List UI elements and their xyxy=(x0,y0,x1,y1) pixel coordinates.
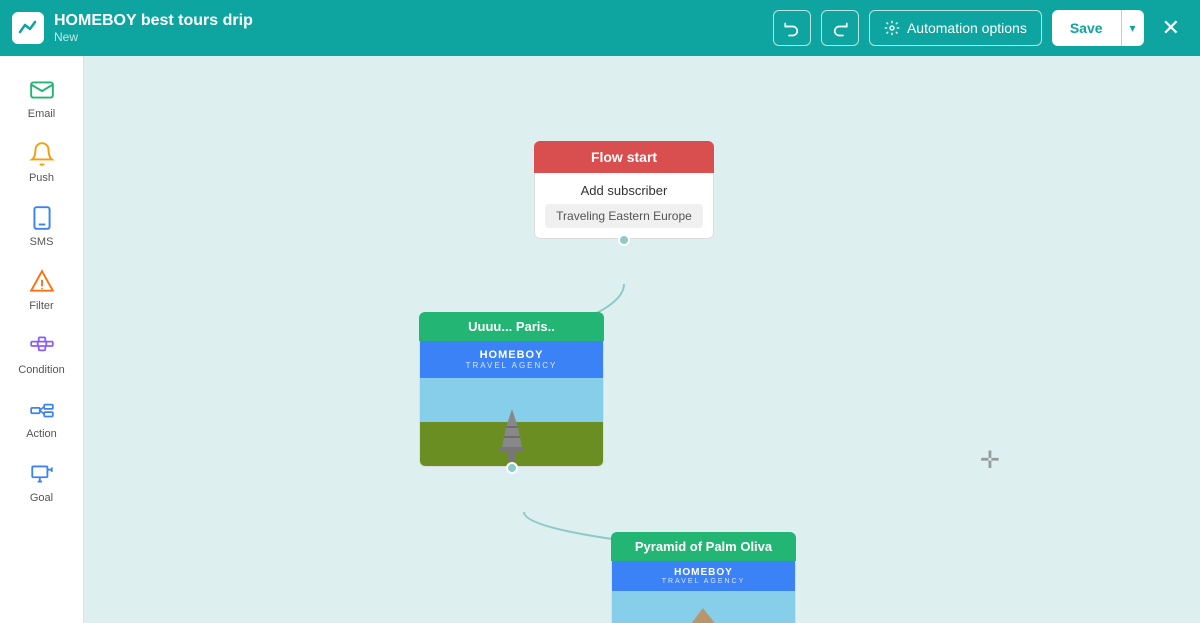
flow-start-header: Flow start xyxy=(534,141,714,173)
goal-icon xyxy=(28,460,56,488)
sidebar: Email Push SMS xyxy=(0,56,84,623)
sidebar-item-email[interactable]: Email xyxy=(8,68,76,128)
sidebar-item-sms[interactable]: SMS xyxy=(8,196,76,256)
pyramid-brand-name: HOMEBOY xyxy=(618,567,789,578)
pyramid-email-brand: HOMEBOY TRAVEL AGENCY xyxy=(612,561,795,591)
sidebar-item-filter[interactable]: Filter xyxy=(8,260,76,320)
sidebar-goal-label: Goal xyxy=(30,492,53,504)
sidebar-filter-label: Filter xyxy=(29,300,53,312)
add-subscriber-label: Add subscriber xyxy=(545,183,703,198)
pyramid-email-image xyxy=(612,591,795,623)
paris-brand-name: HOMEBOY xyxy=(428,349,595,361)
redo-button[interactable] xyxy=(821,10,859,46)
paris-email-brand: HOMEBOY TRAVEL AGENCY xyxy=(420,341,603,378)
paris-email-preview: HOMEBOY TRAVEL AGENCY xyxy=(420,341,603,466)
email-icon xyxy=(28,76,56,104)
paris-node-connector xyxy=(506,462,518,474)
push-icon xyxy=(28,140,56,168)
app-title: HOMEBOY best tours drip xyxy=(54,12,253,30)
automation-options-label: Automation options xyxy=(907,20,1027,36)
pyramid-email-preview: HOMEBOY TRAVEL AGENCY xyxy=(612,561,795,623)
sidebar-item-goal[interactable]: Goal xyxy=(8,452,76,512)
paris-node-body: HOMEBOY TRAVEL AGENCY xyxy=(419,341,604,467)
flow-canvas[interactable]: Flow start Add subscriber Traveling East… xyxy=(84,56,1200,623)
pyramid-brand-sub: TRAVEL AGENCY xyxy=(618,578,789,585)
email-node-pyramid[interactable]: Pyramid of Palm Oliva HOMEBOY TRAVEL AGE… xyxy=(611,532,796,623)
sidebar-condition-label: Condition xyxy=(18,364,64,376)
close-button[interactable]: ✕ xyxy=(1154,11,1188,45)
app-header: HOMEBOY best tours drip New Automation o… xyxy=(0,0,1200,56)
app-subtitle: New xyxy=(54,30,253,44)
pyramid-node-body: HOMEBOY TRAVEL AGENCY xyxy=(611,561,796,623)
save-dropdown-button[interactable]: ▾ xyxy=(1121,10,1144,46)
save-button[interactable]: Save xyxy=(1052,10,1121,46)
paris-brand-sub: TRAVEL AGENCY xyxy=(428,361,595,370)
flow-start-node[interactable]: Flow start Add subscriber Traveling East… xyxy=(534,141,714,239)
sidebar-item-action[interactable]: Action xyxy=(8,388,76,448)
subscriber-tag: Traveling Eastern Europe xyxy=(545,204,703,228)
email-node-paris[interactable]: Uuuu... Paris.. HOMEBOY TRAVEL AGENCY xyxy=(419,312,604,467)
undo-button[interactable] xyxy=(773,10,811,46)
sms-icon xyxy=(28,204,56,232)
sidebar-email-label: Email xyxy=(28,108,56,120)
sidebar-sms-label: SMS xyxy=(30,236,54,248)
sidebar-push-label: Push xyxy=(29,172,54,184)
action-icon xyxy=(28,396,56,424)
pyramid-node-header: Pyramid of Palm Oliva xyxy=(611,532,796,561)
save-group: Save ▾ xyxy=(1052,10,1144,46)
flow-start-connector xyxy=(618,234,630,246)
paris-node-header: Uuuu... Paris.. xyxy=(419,312,604,341)
sidebar-item-push[interactable]: Push xyxy=(8,132,76,192)
flow-start-body: Add subscriber Traveling Eastern Europe xyxy=(534,173,714,239)
header-title-group: HOMEBOY best tours drip New xyxy=(54,12,253,44)
condition-icon xyxy=(28,332,56,360)
automation-options-button[interactable]: Automation options xyxy=(869,10,1042,46)
move-cursor-indicator: ✛ xyxy=(980,446,1000,475)
paris-email-image xyxy=(420,378,603,466)
app-logo xyxy=(12,12,44,44)
sidebar-item-condition[interactable]: Condition xyxy=(8,324,76,384)
filter-icon xyxy=(28,268,56,296)
sidebar-action-label: Action xyxy=(26,428,57,440)
main-layout: Email Push SMS xyxy=(0,56,1200,623)
